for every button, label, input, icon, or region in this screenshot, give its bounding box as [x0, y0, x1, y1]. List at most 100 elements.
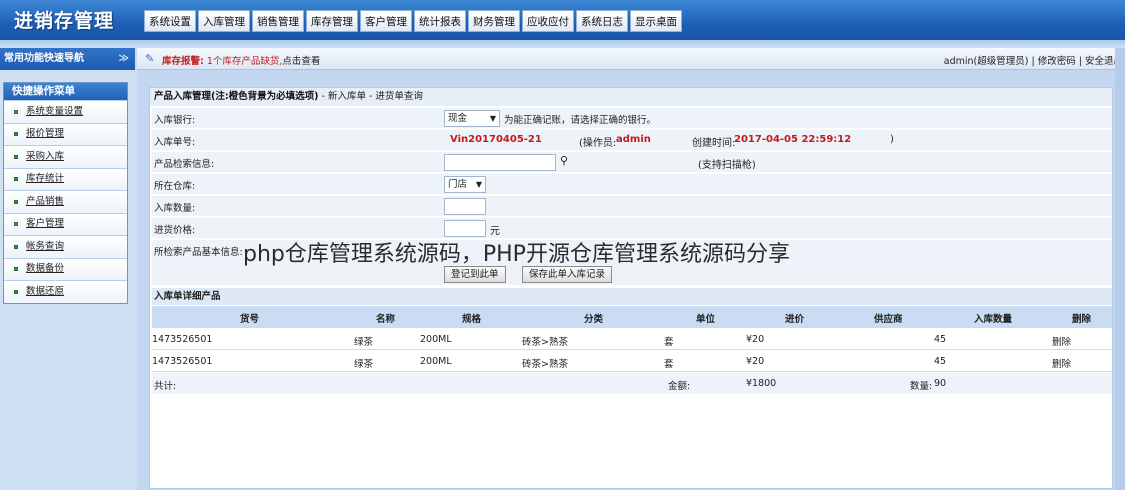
sidebar-item-product-sales[interactable]: 产品销售: [4, 190, 127, 213]
delete-link[interactable]: 删除: [1052, 334, 1071, 348]
tab-inbound[interactable]: 入库管理: [198, 10, 250, 32]
detail-title: 入库单详细产品: [152, 288, 1112, 305]
separator: |: [1075, 56, 1085, 67]
sidebar-header: 常用功能快速导航 ≫: [0, 48, 135, 70]
sidebar-item-label: 数据还原: [26, 285, 65, 297]
sidebar-item-label: 库存统计: [26, 173, 65, 185]
separator: |: [1028, 56, 1038, 67]
sidebar-item-system-variables[interactable]: 系统变量设置: [4, 100, 127, 123]
bullet-icon: [14, 154, 18, 159]
scrollbar[interactable]: [1115, 48, 1125, 490]
warehouse-select[interactable]: 门店 ▼: [444, 176, 486, 193]
sidebar-item-inventory-stats[interactable]: 库存统计: [4, 167, 127, 190]
sidebar-item-label: 采购入库: [26, 150, 65, 162]
tab-customers[interactable]: 客户管理: [360, 10, 412, 32]
tab-inventory[interactable]: 库存管理: [306, 10, 358, 32]
amount-label: 金额:: [668, 381, 691, 392]
alert-label: 库存报警:: [162, 56, 204, 67]
sidebar-item-label: 帐务查询: [26, 240, 65, 252]
sidebar-item-label: 数据备份: [26, 263, 65, 275]
close-paren: ): [890, 134, 894, 145]
col-qty: 入库数量: [974, 314, 1013, 325]
tab-system-log[interactable]: 系统日志: [576, 10, 628, 32]
bullet-icon: [14, 222, 18, 227]
col-price: 进价: [785, 314, 805, 325]
quick-menu: 快捷操作菜单 系统变量设置 报价管理 采购入库 库存统计 产品销售 客户管理 帐…: [3, 82, 128, 304]
top-header: 进销存管理 系统设置 入库管理 销售管理 库存管理 客户管理 统计报表 财务管理…: [0, 0, 1125, 40]
warehouse-selected: 门店: [448, 179, 468, 190]
row-search: 产品检索信息: ⚲ (支持扫描枪): [152, 152, 1112, 173]
table-summary: 共计: 金额: ¥1800 数量: 90: [152, 373, 1112, 394]
bullet-icon: [14, 109, 18, 114]
search-label: 产品检索信息:: [154, 159, 215, 170]
scan-hint: (支持扫描枪): [698, 160, 756, 171]
sidebar-item-restore[interactable]: 数据还原: [4, 280, 127, 303]
sidebar-item-customers[interactable]: 客户管理: [4, 212, 127, 235]
tab-receivables[interactable]: 应收应付: [522, 10, 574, 32]
table-row: 1473526501 绿茶 200ML 砖茶>熟茶 套 ¥20 45 删除: [152, 329, 1112, 350]
delete-link[interactable]: 删除: [1052, 356, 1071, 370]
total-qty-label: 数量:: [910, 381, 933, 392]
search-icon[interactable]: ⚲: [560, 154, 568, 167]
warehouse-label: 所在仓库:: [154, 181, 196, 192]
tab-sales[interactable]: 销售管理: [252, 10, 304, 32]
cell-category: 砖茶>熟茶: [522, 337, 568, 348]
panel-title: 产品入库管理(注:橙色背景为必填选项) - 新入库单 - 进货单查询: [150, 88, 1112, 106]
inbound-panel: 产品入库管理(注:橙色背景为必填选项) - 新入库单 - 进货单查询 入库银行:…: [149, 87, 1113, 489]
main-content: ✎ 库存报警: 1个库存产品缺货,点击查看 admin(超级管理员) | 修改密…: [137, 48, 1125, 490]
current-user: admin(超级管理员): [943, 56, 1029, 67]
quantity-label: 入库数量:: [154, 203, 196, 214]
change-password-link[interactable]: 修改密码: [1038, 56, 1076, 67]
price-input[interactable]: [444, 220, 486, 237]
search-input[interactable]: [444, 154, 556, 171]
bullet-icon: [14, 177, 18, 182]
sidebar-item-accounts[interactable]: 帐务查询: [4, 235, 127, 258]
tab-show-desktop[interactable]: 显示桌面: [630, 10, 682, 32]
bullet-icon: [14, 244, 18, 249]
row-order-no: 入库单号: Vin20170405-21 (操作员: admin 创建时间: 2…: [152, 130, 1112, 151]
cell-sku: 1473526501: [152, 356, 213, 367]
bank-label: 入库银行:: [154, 115, 196, 126]
operator-prefix: (操作员:: [579, 138, 617, 149]
cell-unit: 套: [664, 359, 674, 370]
amount-value: ¥1800: [746, 378, 777, 389]
panel-title-links[interactable]: - 新入库单 - 进货单查询: [318, 91, 423, 102]
tab-finance[interactable]: 财务管理: [468, 10, 520, 32]
sidebar-item-label: 报价管理: [26, 128, 65, 140]
watermark-caption: php仓库管理系统源码，PHP开源仓库管理系统源码分享: [243, 242, 790, 267]
app-title: 进销存管理: [14, 10, 115, 32]
sidebar-header-label: 常用功能快速导航: [4, 53, 84, 64]
register-button[interactable]: 登记到此单: [444, 266, 506, 283]
col-unit: 单位: [696, 314, 716, 325]
col-sku: 货号: [240, 314, 260, 325]
bank-select[interactable]: 现金 ▼: [444, 110, 500, 127]
collapse-icon[interactable]: ≫: [119, 48, 129, 70]
status-bar: ✎ 库存报警: 1个库存产品缺货,点击查看 admin(超级管理员) | 修改密…: [137, 48, 1125, 70]
bullet-icon: [14, 267, 18, 272]
operator-name: admin: [616, 134, 651, 145]
sidebar-item-label: 客户管理: [26, 218, 65, 230]
row-bank: 入库银行: 现金 ▼ 为能正确记账，请选择正确的银行。: [152, 108, 1112, 129]
cell-category: 砖茶>熟茶: [522, 359, 568, 370]
col-category: 分类: [584, 314, 604, 325]
header-divider: [0, 40, 1125, 48]
sidebar-item-purchase-inbound[interactable]: 采购入库: [4, 145, 127, 168]
tab-system-settings[interactable]: 系统设置: [144, 10, 196, 32]
bullet-icon: [14, 289, 18, 294]
cell-qty: 45: [934, 334, 947, 345]
price-label: 进货价格:: [154, 225, 196, 236]
sidebar-item-backup[interactable]: 数据备份: [4, 257, 127, 280]
cell-unit: 套: [664, 337, 674, 348]
cell-qty: 45: [934, 356, 947, 367]
bank-hint: 为能正确记账，请选择正确的银行。: [504, 115, 657, 126]
tab-reports[interactable]: 统计报表: [414, 10, 466, 32]
bullet-icon: [14, 132, 18, 137]
col-name: 名称: [376, 314, 396, 325]
save-record-button[interactable]: 保存此单入库记录: [522, 266, 613, 283]
sidebar-item-label: 产品销售: [26, 195, 65, 207]
view-alert-link[interactable]: 点击查看: [282, 56, 320, 67]
quantity-input[interactable]: [444, 198, 486, 215]
created-prefix: 创建时间:: [692, 138, 736, 149]
table-row: 1473526501 绿茶 200ML 砖茶>熟茶 套 ¥20 45 删除: [152, 351, 1112, 372]
sidebar-item-quotes[interactable]: 报价管理: [4, 122, 127, 145]
